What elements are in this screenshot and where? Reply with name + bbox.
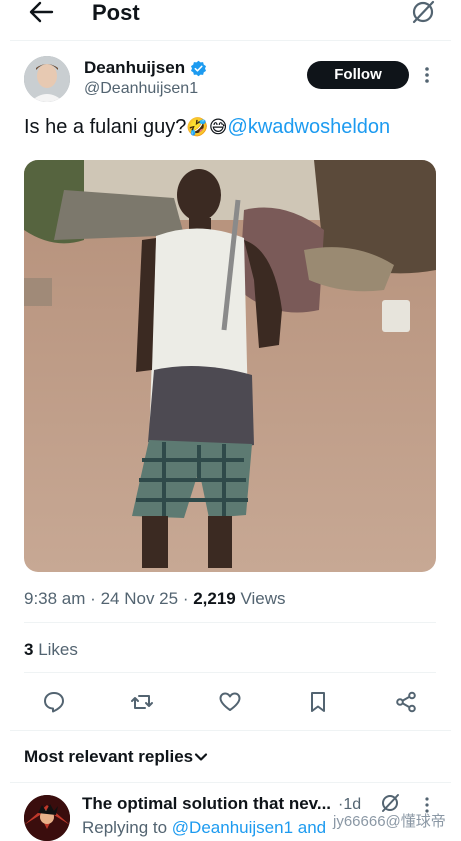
- share-icon[interactable]: [394, 690, 418, 714]
- header-divider: [10, 40, 451, 41]
- likes-summary[interactable]: 3 Likes: [24, 640, 78, 660]
- repost-icon[interactable]: [130, 690, 154, 714]
- grok-icon[interactable]: [410, 0, 436, 26]
- back-arrow-icon[interactable]: [28, 0, 58, 26]
- author-handle[interactable]: @Deanhuijsen1: [84, 79, 198, 99]
- meta-separator: ·: [182, 589, 189, 608]
- tweet-mention-link[interactable]: @kwadwosheldon: [228, 116, 391, 138]
- likes-divider: [24, 672, 436, 673]
- likes-label: Likes: [38, 640, 78, 659]
- meta-separator: ·: [90, 589, 96, 608]
- top-bar: Post: [0, 0, 461, 40]
- likes-count: 3: [24, 640, 34, 659]
- tweet-time[interactable]: 9:38 am: [24, 589, 85, 608]
- tweet-metadata: 9:38 am · 24 Nov 25 · 2,219 Views: [24, 589, 286, 609]
- chevron-down-icon[interactable]: [193, 749, 209, 765]
- tweet-emojis: 🤣😅: [186, 117, 228, 137]
- reply-icon[interactable]: [42, 690, 66, 714]
- photo-illustration: [24, 160, 436, 572]
- reply-author-name[interactable]: The optimal solution that nev...: [82, 794, 331, 814]
- actions-divider: [10, 730, 451, 731]
- meta-divider: [24, 622, 436, 623]
- reply-age-value: 1d: [343, 796, 362, 813]
- replies-sort-label[interactable]: Most relevant replies: [24, 747, 193, 767]
- reply-avatar[interactable]: [24, 795, 70, 841]
- reply-grok-icon[interactable]: [380, 793, 402, 813]
- watermark-text: jy66666@懂球帝: [333, 813, 446, 830]
- author-avatar[interactable]: [24, 56, 70, 102]
- views-label: Views: [240, 589, 286, 608]
- replying-to-prefix: Replying to: [82, 818, 168, 837]
- more-options-icon[interactable]: [420, 64, 434, 86]
- bookmark-icon[interactable]: [306, 690, 330, 714]
- tweet-text: Is he a fulani guy?🤣😅@kwadwosheldon: [24, 114, 390, 140]
- author-display-name[interactable]: Deanhuijsen: [84, 58, 185, 78]
- page-title: Post: [92, 0, 140, 25]
- tweet-date[interactable]: 24 Nov 25: [101, 589, 179, 608]
- views-count: 2,219: [193, 589, 236, 608]
- tweet-photo[interactable]: [24, 160, 436, 572]
- sort-divider: [10, 782, 451, 783]
- verified-badge-icon: [190, 60, 208, 78]
- replying-to-link[interactable]: @Deanhuijsen1 and: [172, 818, 326, 837]
- follow-button[interactable]: Follow: [307, 61, 409, 89]
- replying-to-line: Replying to @Deanhuijsen1 and: [82, 818, 326, 838]
- like-heart-icon[interactable]: [218, 690, 242, 714]
- tweet-text-body: Is he a fulani guy?: [24, 116, 187, 138]
